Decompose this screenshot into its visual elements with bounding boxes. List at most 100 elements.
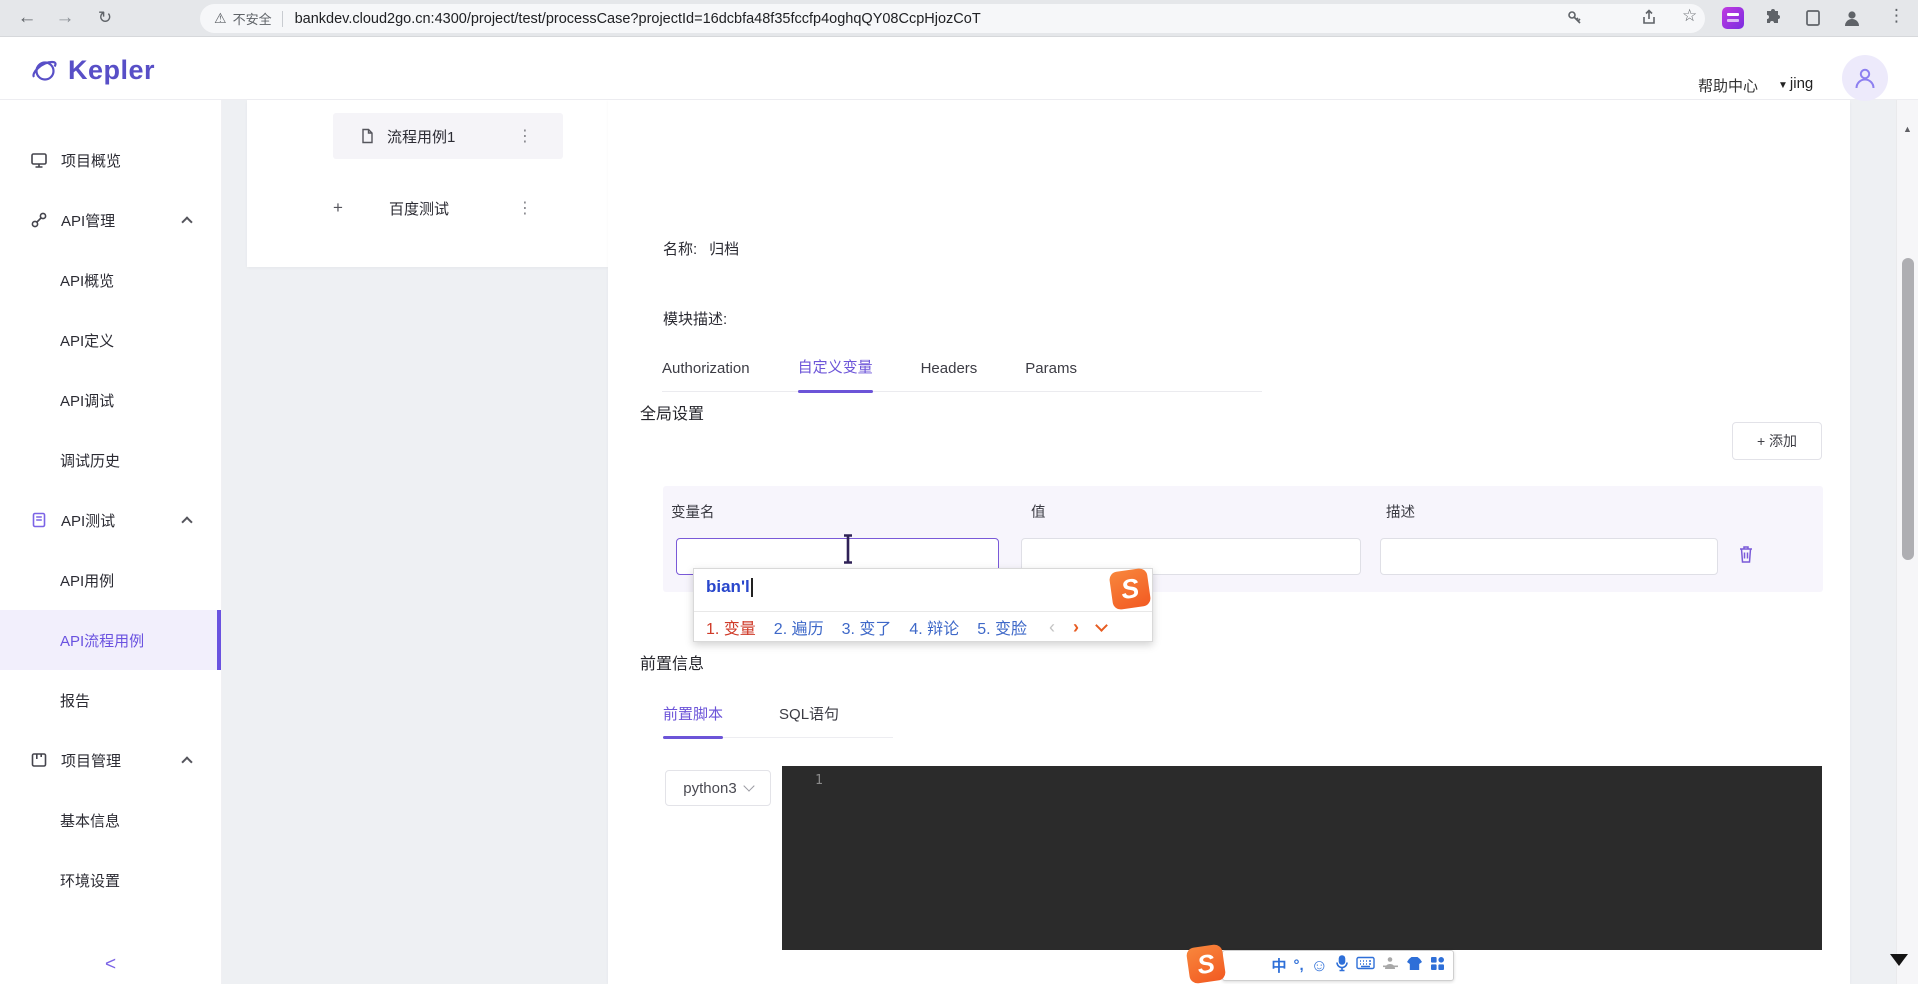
- browser-back-icon[interactable]: ←: [14, 5, 40, 31]
- page-scrollbar[interactable]: ▲: [1896, 100, 1918, 984]
- sidebar-item-debug-history[interactable]: 调试历史: [0, 430, 221, 490]
- ime-caret: [750, 577, 753, 597]
- sidebar-item-label: API流程用例: [60, 632, 145, 650]
- tree-item-process-case-1[interactable]: 流程用例1 ⋮: [333, 113, 563, 159]
- editor-line-number: 1: [815, 773, 823, 788]
- module-desc-row: 模块描述:: [663, 308, 727, 329]
- tab-headers[interactable]: Headers: [921, 348, 978, 391]
- more-vertical-icon[interactable]: ⋮: [517, 126, 533, 146]
- sidebar-collapse-button[interactable]: <: [0, 954, 221, 976]
- tab-authorization[interactable]: Authorization: [662, 348, 750, 391]
- case-name-row: 名称: 归档: [663, 238, 739, 259]
- sidebar-item-label: API测试: [61, 512, 116, 530]
- sidebar-item-api-process-case[interactable]: API流程用例: [0, 610, 221, 670]
- ime-candidate[interactable]: 2. 遍历: [774, 615, 824, 639]
- case-tree-panel: 流程用例1 ⋮ + 百度测试 ⋮: [247, 100, 609, 267]
- ime-composition-text: bian'l: [706, 577, 750, 596]
- text-cursor-pointer: [841, 533, 855, 570]
- delete-row-trash-icon[interactable]: [1737, 544, 1755, 569]
- tab-custom-variables[interactable]: 自定义变量: [797, 348, 873, 393]
- ime-mic-icon[interactable]: [1335, 954, 1349, 977]
- sidebar-item-project-overview[interactable]: 项目概览: [0, 130, 221, 190]
- api-link-icon: [31, 212, 47, 228]
- ime-next-page-icon[interactable]: ›: [1073, 617, 1079, 638]
- browser-forward-icon[interactable]: →: [52, 5, 78, 31]
- ime-skin-icon[interactable]: [1406, 956, 1423, 976]
- sidebar-item-project-management[interactable]: 项目管理: [0, 730, 221, 790]
- variable-description-input[interactable]: [1380, 538, 1718, 575]
- side-panel-icon[interactable]: [1803, 8, 1823, 33]
- ime-emoji-icon[interactable]: ☺: [1311, 956, 1328, 976]
- chevron-up-icon[interactable]: [181, 516, 193, 528]
- password-key-icon[interactable]: [1566, 8, 1584, 31]
- ime-candidate[interactable]: 4. 辩论: [909, 615, 959, 639]
- ime-candidate[interactable]: 5. 变脸: [977, 615, 1027, 639]
- browser-menu-icon[interactable]: ⋮: [1888, 6, 1905, 26]
- sidebar-item-api-debug[interactable]: API调试: [0, 370, 221, 430]
- tab-params[interactable]: Params: [1025, 348, 1077, 391]
- ime-toolbox-icon[interactable]: [1430, 956, 1445, 976]
- language-select[interactable]: python3: [665, 770, 771, 806]
- ime-mode-chinese[interactable]: 中: [1271, 955, 1286, 976]
- bookmark-star-icon[interactable]: ☆: [1682, 6, 1697, 26]
- ime-expand-icon[interactable]: [1095, 618, 1108, 632]
- logo-text: Kepler: [68, 55, 156, 85]
- ime-candidate[interactable]: 3. 变了: [842, 615, 892, 639]
- script-code-editor[interactable]: 1: [782, 766, 1822, 950]
- sidebar-item-api-test[interactable]: API测试: [0, 490, 221, 550]
- share-icon[interactable]: [1640, 8, 1658, 31]
- caret-down-icon: ▼: [1778, 80, 1788, 91]
- add-variable-button[interactable]: + 添加: [1732, 422, 1822, 460]
- sidebar-item-api-case[interactable]: API用例: [0, 550, 221, 610]
- expand-plus-icon[interactable]: +: [333, 198, 349, 218]
- user-menu[interactable]: ▼ jing: [1778, 75, 1813, 92]
- extension-badge-icon[interactable]: [1722, 7, 1744, 29]
- column-header-variable-name: 变量名: [671, 505, 715, 521]
- sidebar-item-label: API用例: [60, 572, 115, 590]
- sidebar-item-label: 项目管理: [61, 752, 122, 770]
- tree-item-label: 百度测试: [389, 200, 450, 218]
- sidebar-item-env-settings[interactable]: 环境设置: [0, 850, 221, 910]
- chevron-down-icon: [743, 780, 755, 792]
- url-text[interactable]: bankdev.cloud2go.cn:4300/project/test/pr…: [295, 11, 981, 27]
- sidebar-item-label: 项目概览: [61, 152, 122, 170]
- sidebar-item-basic-info[interactable]: 基本信息: [0, 790, 221, 850]
- pre-info-title: 前置信息: [640, 656, 705, 673]
- ime-handwriting-icon[interactable]: [1382, 956, 1399, 976]
- sidebar-item-label: 基本信息: [60, 812, 121, 830]
- more-vertical-icon[interactable]: ⋮: [517, 198, 533, 218]
- sidebar-item-label: API概览: [60, 272, 115, 290]
- address-bar[interactable]: ⚠ 不安全 bankdev.cloud2go.cn:4300/project/t…: [200, 4, 1705, 33]
- tree-item-baidu-test[interactable]: + 百度测试 ⋮: [333, 188, 563, 228]
- ime-candidate-popup: bian'l 1. 变量 2. 遍历 3. 变了 4. 辩论 5. 变脸 ‹ ›…: [693, 567, 1153, 642]
- sidebar: 项目概览 API管理 API概览 API定义 API调试 调试历史 API测试 …: [0, 100, 222, 984]
- tab-pre-script[interactable]: 前置脚本: [663, 696, 724, 739]
- ime-candidate-list: 1. 变量 2. 遍历 3. 变了 4. 辩论 5. 变脸 ‹ ›: [706, 615, 1108, 639]
- browser-profile-icon[interactable]: [1841, 7, 1863, 34]
- name-label: 名称:: [663, 241, 698, 258]
- chevron-up-icon[interactable]: [181, 216, 193, 228]
- sidebar-item-api-definition[interactable]: API定义: [0, 310, 221, 370]
- scrollbar-up-arrow[interactable]: ▲: [1897, 124, 1918, 134]
- security-warning-icon[interactable]: ⚠: [214, 10, 227, 27]
- ime-candidate[interactable]: 1. 变量: [706, 615, 756, 639]
- avatar[interactable]: [1842, 55, 1888, 101]
- sidebar-item-report[interactable]: 报告: [0, 670, 221, 730]
- sidebar-item-api-management[interactable]: API管理: [0, 190, 221, 250]
- sogou-logo-icon: S: [1108, 567, 1152, 611]
- ime-prev-page-icon[interactable]: ‹: [1049, 617, 1055, 638]
- sidebar-item-api-overview[interactable]: API概览: [0, 250, 221, 310]
- sidebar-item-label: API定义: [60, 332, 115, 350]
- scrollbar-thumb[interactable]: [1902, 258, 1914, 560]
- pre-info-tabs: 前置脚本 SQL语句: [663, 696, 893, 739]
- help-center-link[interactable]: 帮助中心: [1698, 75, 1758, 96]
- ime-punctuation-toggle[interactable]: °,: [1293, 957, 1303, 974]
- ime-keyboard-icon[interactable]: [1356, 956, 1375, 975]
- app-header: Kepler 帮助中心 ▼ jing: [0, 37, 1918, 101]
- browser-reload-icon[interactable]: ↻: [92, 5, 118, 31]
- tab-sql-statement[interactable]: SQL语句: [779, 696, 839, 737]
- extensions-puzzle-icon[interactable]: [1763, 8, 1783, 33]
- chevron-up-icon[interactable]: [181, 756, 193, 768]
- sogou-logo-icon[interactable]: S: [1185, 943, 1227, 984]
- kepler-logo[interactable]: Kepler: [30, 55, 155, 86]
